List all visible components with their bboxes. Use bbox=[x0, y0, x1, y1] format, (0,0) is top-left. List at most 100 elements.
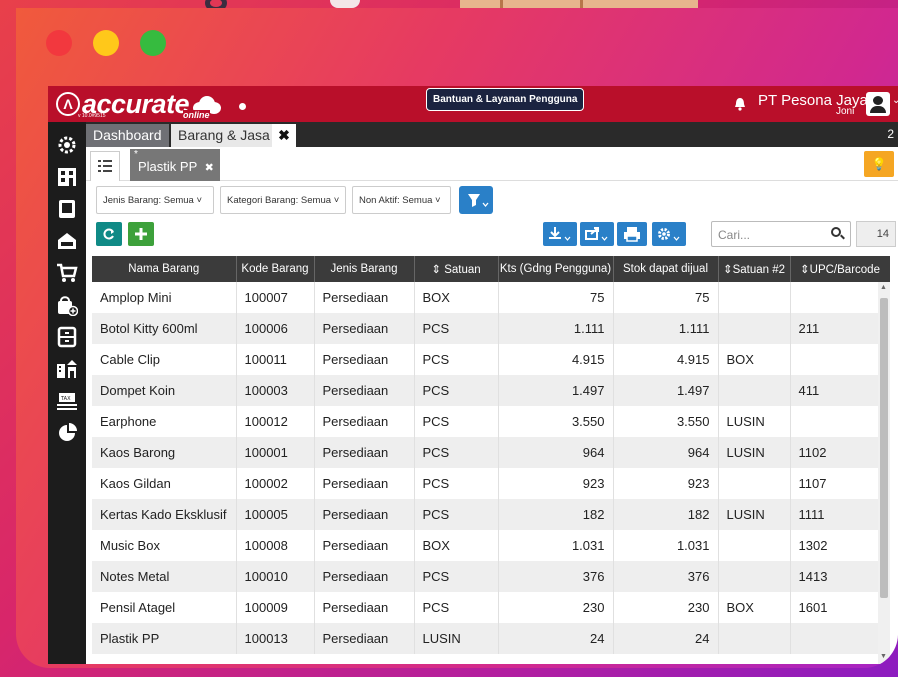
cell-nama: Dompet Koin bbox=[92, 375, 237, 406]
scroll-down-icon[interactable]: ▼ bbox=[880, 653, 887, 660]
tab-count[interactable]: 2 bbox=[887, 127, 894, 141]
search-icon[interactable] bbox=[831, 227, 841, 237]
cell-jenis: Persediaan bbox=[314, 561, 415, 592]
app-window: Λ accurate online v 10.0#9515 Bantuan & … bbox=[16, 8, 898, 668]
logo-online: online bbox=[183, 110, 210, 120]
cell-stok: 964 bbox=[613, 437, 719, 468]
table-row[interactable]: Pensil Atagel 100009 Persediaan PCS 230 230 BO… bbox=[92, 592, 890, 623]
share-icon bbox=[585, 227, 608, 241]
table-row[interactable]: Notes Metal 100010 Persediaan PCS 376 376 1413 bbox=[92, 561, 890, 592]
cell-stok: 1.497 bbox=[613, 375, 719, 406]
filter-kategori-barang[interactable]: Kategori Barang: Semua ˅ bbox=[220, 186, 346, 214]
cell-jenis: Persediaan bbox=[314, 499, 415, 530]
col-nama-barang[interactable]: Nama Barang bbox=[92, 256, 237, 282]
table-row[interactable]: Plastik PP 100013 Persediaan LUSIN 24 24 bbox=[92, 623, 890, 654]
store-icon[interactable] bbox=[48, 354, 86, 384]
col-jenis-barang[interactable]: Jenis Barang bbox=[314, 256, 415, 282]
col-satuan-2[interactable]: ⇕Satuan #2 bbox=[718, 256, 791, 282]
table-row[interactable]: Kaos Barong 100001 Persediaan PCS 964 964 LUSI… bbox=[92, 437, 890, 468]
close-icon[interactable]: ✖ bbox=[205, 162, 214, 174]
table-row[interactable]: Cable Clip 100011 Persediaan PCS 4.915 4.915 B… bbox=[92, 344, 890, 375]
cell-satuan: PCS bbox=[414, 375, 499, 406]
plus-icon bbox=[135, 228, 147, 240]
inbox-icon[interactable] bbox=[48, 226, 86, 256]
cell-kode: 100002 bbox=[236, 468, 315, 499]
import-button[interactable] bbox=[543, 222, 577, 246]
cell-kode: 100005 bbox=[236, 499, 315, 530]
cell-satuan-2 bbox=[718, 623, 791, 654]
cell-stok: 3.550 bbox=[613, 406, 719, 437]
filter-jenis-barang[interactable]: Jenis Barang: Semua ˅ bbox=[96, 186, 214, 214]
bell-icon[interactable] bbox=[734, 97, 746, 111]
cell-stok: 230 bbox=[613, 592, 719, 623]
col-upc-label: UPC/Barcode bbox=[809, 264, 880, 276]
cell-upc: 1302 bbox=[790, 530, 890, 561]
status-dot-icon bbox=[239, 103, 246, 110]
tab-plastik-pp[interactable]: * Plastik PP ✖ bbox=[130, 149, 220, 181]
close-window-dot[interactable] bbox=[46, 30, 72, 56]
col-kode-barang[interactable]: Kode Barang bbox=[236, 256, 315, 282]
cell-jenis: Persediaan bbox=[314, 313, 415, 344]
cell-stok: 182 bbox=[613, 499, 719, 530]
col-upc[interactable]: ⇕UPC/Barcode bbox=[790, 256, 890, 282]
export-button[interactable] bbox=[580, 222, 614, 246]
table-row[interactable]: Kaos Gildan 100002 Persediaan PCS 923 923 1107 bbox=[92, 468, 890, 499]
minimize-window-dot[interactable] bbox=[93, 30, 119, 56]
user-avatar-icon[interactable] bbox=[866, 92, 890, 116]
cell-satuan-2 bbox=[718, 282, 791, 313]
cell-nama: Botol Kitty 600ml bbox=[92, 313, 237, 344]
svg-text:TAX: TAX bbox=[60, 396, 71, 402]
user-name: Joni bbox=[836, 106, 855, 117]
cell-nama: Notes Metal bbox=[92, 561, 237, 592]
gear-icon[interactable] bbox=[48, 130, 86, 160]
scroll-up-icon[interactable]: ▲ bbox=[880, 284, 887, 291]
table-row[interactable]: Amplop Mini 100007 Persediaan BOX 75 75 bbox=[92, 282, 890, 313]
filter-non-aktif[interactable]: Non Aktif: Semua ˅ bbox=[352, 186, 451, 214]
download-icon bbox=[549, 227, 571, 241]
vertical-scrollbar[interactable]: ▲ ▼ bbox=[878, 282, 890, 664]
book-icon[interactable] bbox=[48, 194, 86, 224]
scrollbar-thumb[interactable] bbox=[880, 298, 888, 598]
refresh-button[interactable] bbox=[96, 222, 122, 246]
tab-barang-jasa[interactable]: Barang & Jasa bbox=[171, 124, 277, 147]
cabinet-icon[interactable] bbox=[48, 322, 86, 352]
cell-nama: Music Box bbox=[92, 530, 237, 561]
tab-dashboard[interactable]: Dashboard bbox=[86, 124, 169, 147]
chevron-down-icon[interactable]: ⌄ bbox=[892, 95, 898, 106]
search-input[interactable]: Cari... bbox=[711, 221, 851, 247]
list-view-tab[interactable] bbox=[90, 151, 120, 181]
table-row[interactable]: Music Box 100008 Persediaan BOX 1.031 1.031 13… bbox=[92, 530, 890, 561]
add-button[interactable] bbox=[128, 222, 154, 246]
cell-upc bbox=[790, 344, 890, 375]
table-row[interactable]: Botol Kitty 600ml 100006 Persediaan PCS 1.11… bbox=[92, 313, 890, 344]
table-row[interactable]: Kertas Kado Eksklusif 100005 Persediaan PCS… bbox=[92, 499, 890, 530]
table-row[interactable]: Dompet Koin 100003 Persediaan PCS 1.497 1.497… bbox=[92, 375, 890, 406]
help-button[interactable]: Bantuan & Layanan Pengguna bbox=[426, 88, 585, 111]
cell-nama: Amplop Mini bbox=[92, 282, 237, 313]
col-satuan[interactable]: ⇕ Satuan bbox=[414, 256, 499, 282]
col-satuan-2-label: Satuan #2 bbox=[732, 264, 786, 276]
tab-plastik-label: Plastik PP bbox=[138, 159, 198, 174]
close-tab-button[interactable]: ✖ bbox=[272, 124, 296, 147]
maximize-window-dot[interactable] bbox=[140, 30, 166, 56]
col-stok[interactable]: Stok dapat dijual bbox=[613, 256, 719, 282]
table-row[interactable]: Earphone 100012 Persediaan PCS 3.550 3.550 LUS… bbox=[92, 406, 890, 437]
cart-icon[interactable] bbox=[48, 258, 86, 288]
cell-satuan: LUSIN bbox=[414, 623, 499, 654]
tax-icon[interactable]: TAX bbox=[48, 386, 86, 416]
col-kts[interactable]: Kts (Gdng Pengguna) bbox=[498, 256, 614, 282]
filter-nonaktif-label: Non Aktif: Semua bbox=[359, 195, 433, 206]
lightbulb-icon[interactable]: 💡 bbox=[864, 151, 894, 177]
print-button[interactable] bbox=[617, 222, 647, 246]
cell-satuan-2 bbox=[718, 375, 791, 406]
settings-button[interactable] bbox=[652, 222, 686, 246]
filter-button[interactable] bbox=[459, 186, 493, 214]
building-icon[interactable] bbox=[48, 162, 86, 192]
cell-satuan-2: LUSIN bbox=[718, 437, 791, 468]
cell-nama: Kaos Barong bbox=[92, 437, 237, 468]
pie-chart-icon[interactable] bbox=[48, 418, 86, 448]
printer-icon bbox=[624, 227, 640, 242]
bag-add-icon[interactable] bbox=[48, 290, 86, 320]
cell-satuan: PCS bbox=[414, 344, 499, 375]
cell-satuan: BOX bbox=[414, 530, 499, 561]
